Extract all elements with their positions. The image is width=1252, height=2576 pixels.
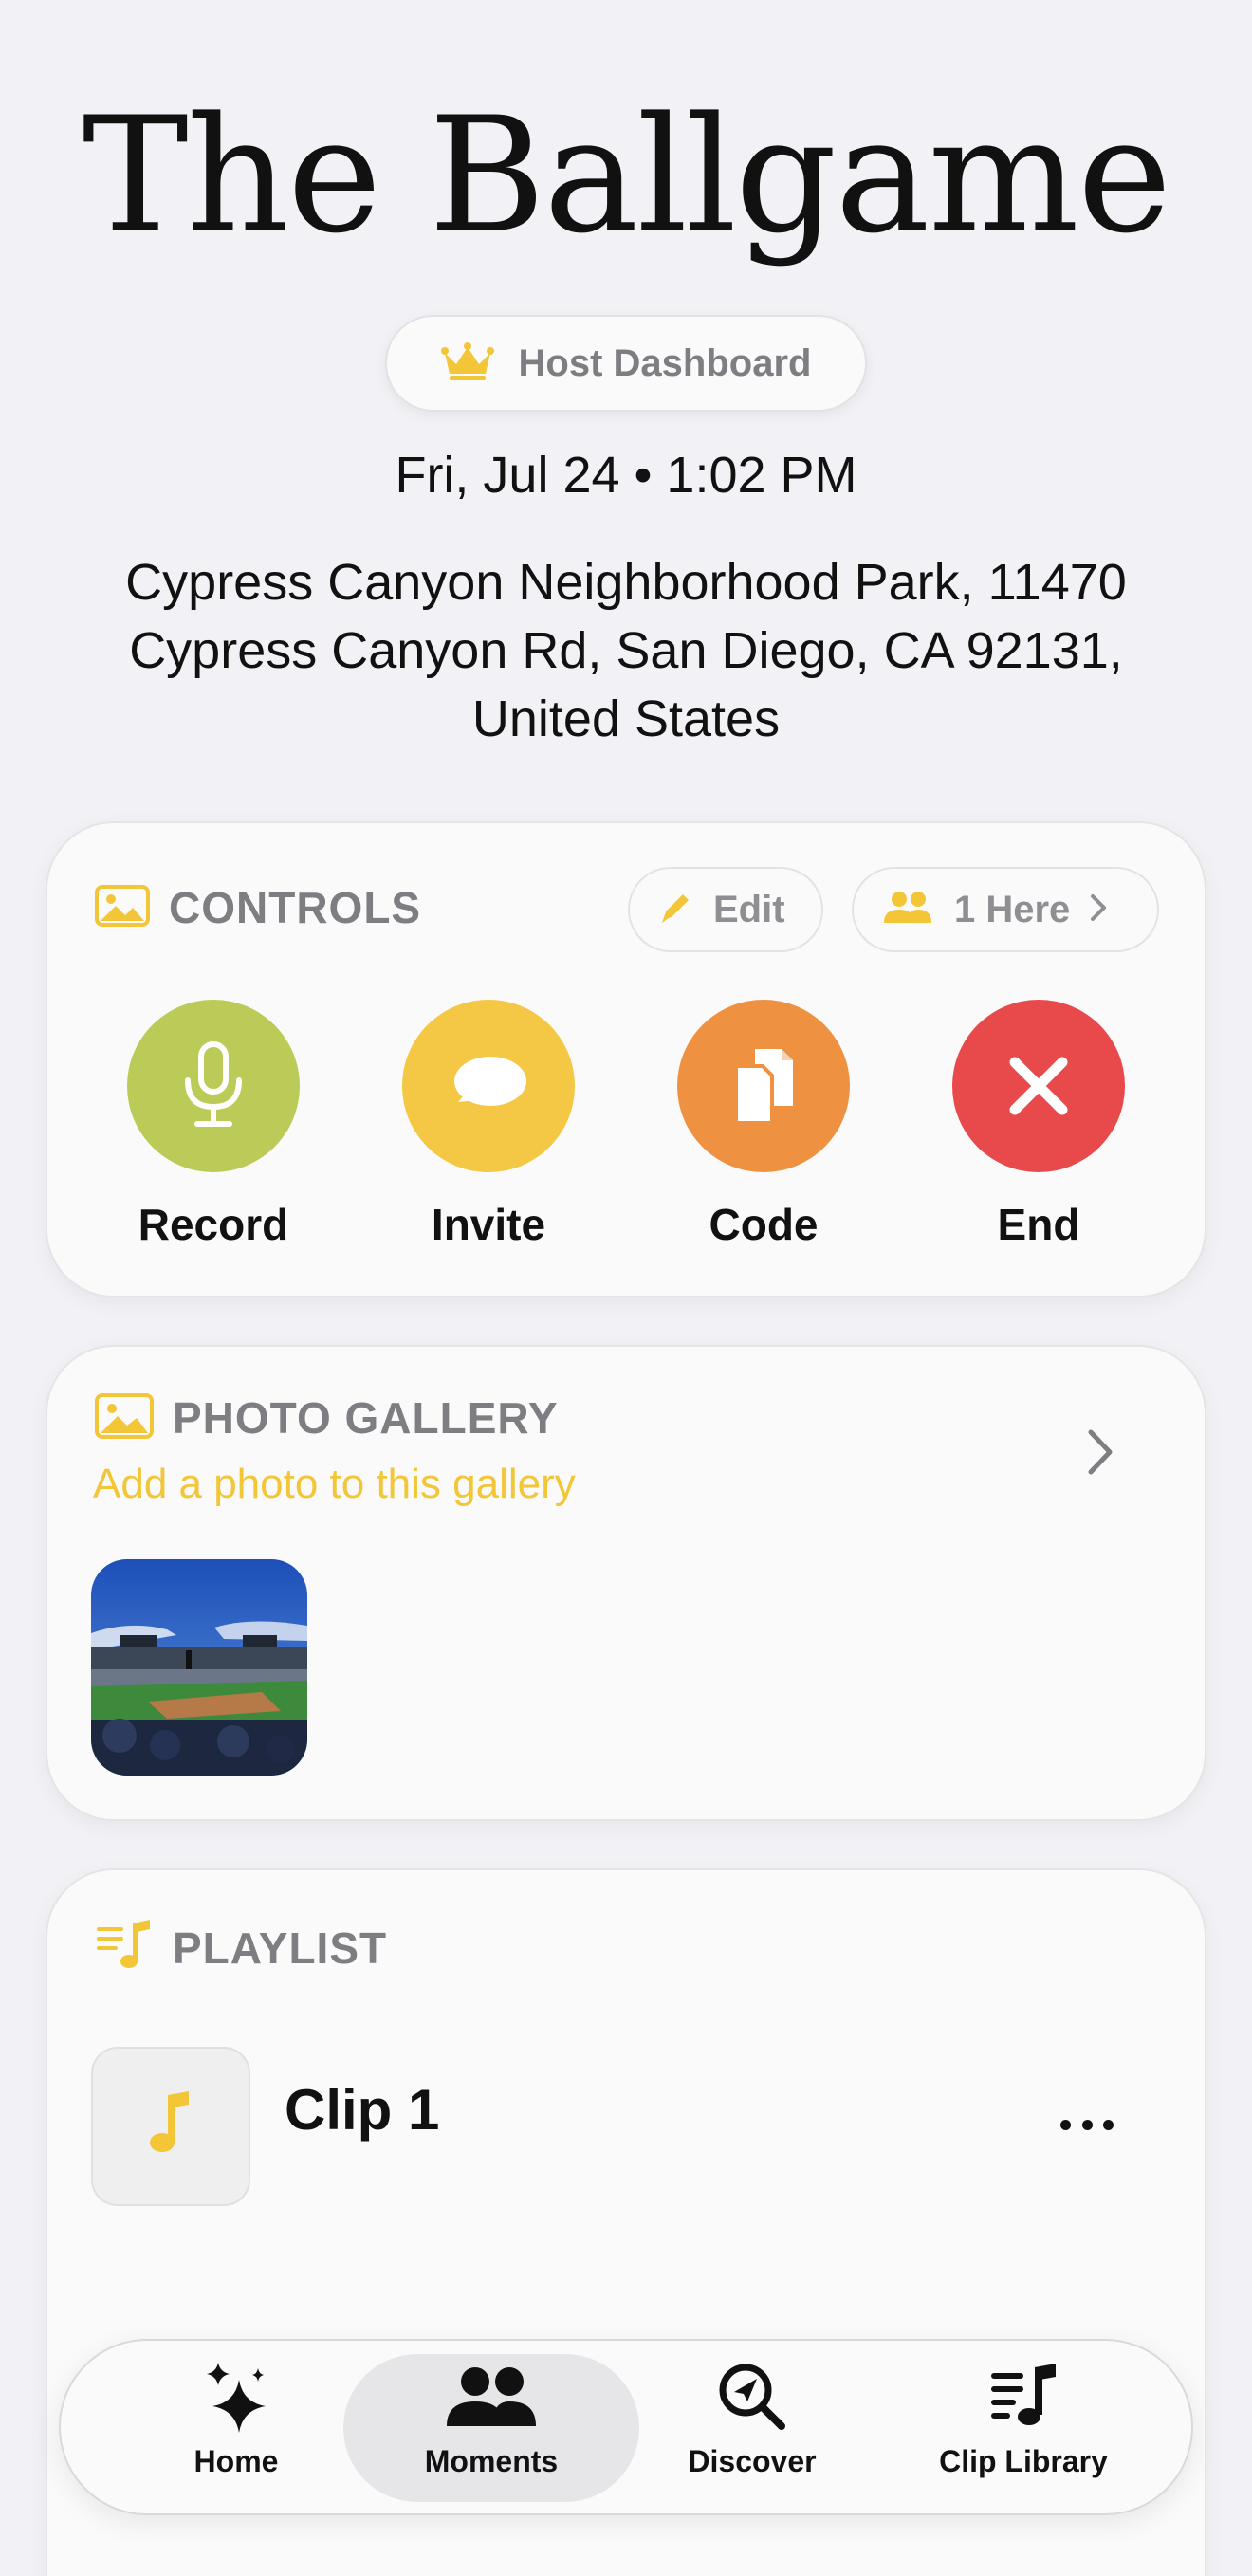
record-label: Record [138, 1200, 289, 1249]
tab-home-label: Home [193, 2444, 279, 2478]
photo-icon [95, 1392, 154, 1444]
add-photo-link[interactable]: Add a photo to this gallery [93, 1461, 576, 1508]
edit-label: Edit [713, 888, 785, 930]
edit-button[interactable]: Edit [628, 867, 823, 952]
copy-document-icon [677, 1000, 850, 1172]
attendees-label: 1 Here [954, 888, 1071, 930]
end-label: End [997, 1200, 1080, 1249]
gallery-photo-thumbnail[interactable] [91, 1559, 307, 1776]
discover-search-icon [717, 2359, 787, 2435]
gallery-title: PHOTO GALLERY [173, 1393, 559, 1443]
tab-discover-label: Discover [688, 2444, 817, 2478]
music-list-icon [989, 2359, 1058, 2435]
close-x-icon [952, 1000, 1125, 1172]
more-options-icon[interactable] [1060, 2106, 1114, 2144]
event-datetime: Fri, Jul 24 • 1:02 PM [395, 447, 857, 504]
clip-artwork [91, 2047, 250, 2206]
code-label: Code [709, 1200, 819, 1249]
end-button[interactable]: End [952, 1000, 1125, 1249]
playlist-title: PLAYLIST [173, 1923, 388, 1973]
chevron-right-icon [1089, 892, 1108, 928]
tab-clip-library-label: Clip Library [939, 2444, 1108, 2478]
people-icon [880, 889, 935, 931]
gallery-header: PHOTO GALLERY [95, 1392, 559, 1444]
tab-clip-library[interactable]: Clip Library [886, 2354, 1161, 2502]
tab-bar: Home Moments Discover Clip Library [59, 2339, 1193, 2515]
sparkles-icon [203, 2359, 269, 2435]
crown-icon [440, 341, 494, 386]
chat-bubble-icon [402, 1000, 575, 1172]
photo-icon [95, 884, 150, 931]
tab-home[interactable]: Home [99, 2354, 374, 2502]
microphone-icon [127, 1000, 300, 1172]
playlist-header: PLAYLIST [95, 1920, 387, 1976]
controls-header: CONTROLS [95, 882, 421, 933]
music-note-icon [147, 2090, 194, 2162]
tab-moments[interactable]: Moments [343, 2354, 639, 2502]
host-dashboard-badge[interactable]: Host Dashboard [385, 315, 867, 412]
tab-discover[interactable]: Discover [615, 2354, 890, 2502]
music-list-icon [95, 1920, 154, 1976]
tab-moments-label: Moments [424, 2444, 559, 2478]
attendees-button[interactable]: 1 Here [852, 867, 1159, 952]
clip-title: Clip 1 [285, 2078, 440, 2142]
invite-label: Invite [431, 1200, 546, 1249]
chevron-right-icon[interactable] [1087, 1428, 1114, 1481]
pencil-icon [656, 889, 694, 931]
controls-title: CONTROLS [169, 883, 422, 932]
page-title: The Ballgame [82, 83, 1172, 268]
record-button[interactable]: Record [127, 1000, 300, 1249]
people-icon [445, 2359, 538, 2435]
code-button[interactable]: Code [677, 1000, 850, 1249]
host-dashboard-label: Host Dashboard [518, 341, 812, 384]
invite-button[interactable]: Invite [402, 1000, 575, 1249]
event-location: Cypress Canyon Neighborhood Park, 11470 … [125, 554, 1127, 747]
